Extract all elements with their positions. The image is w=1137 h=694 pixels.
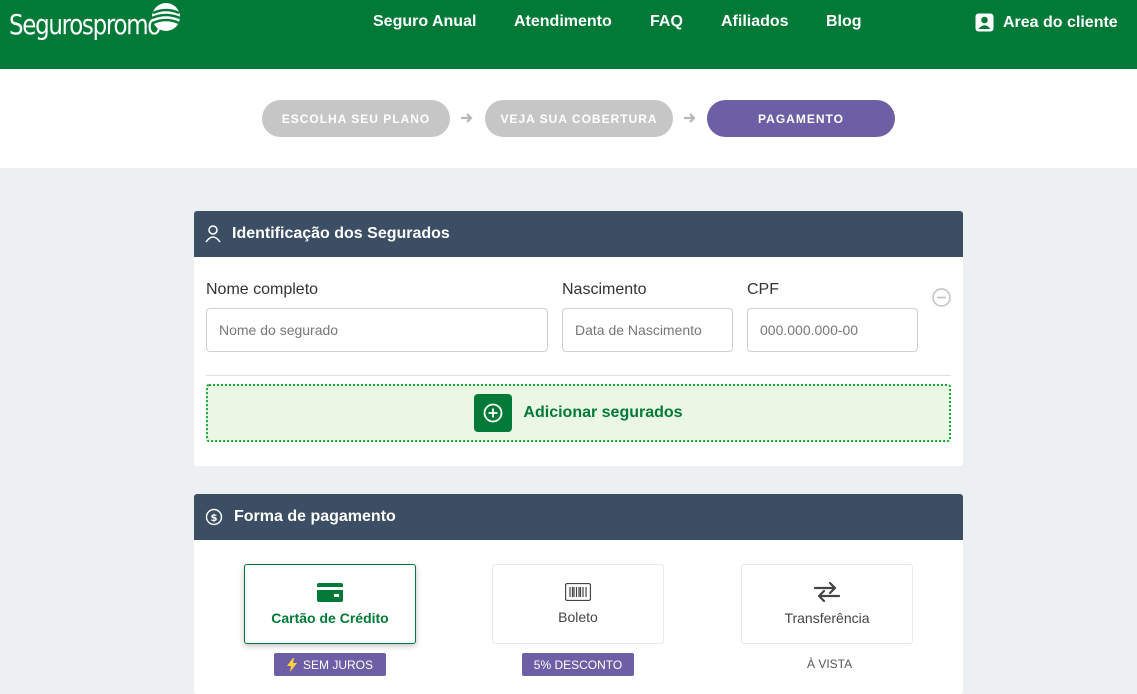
insured-card-title: Identificação dos Segurados	[232, 225, 450, 242]
logo-text: Segurospromo	[9, 7, 161, 41]
add-icon-box	[474, 394, 513, 432]
payment-option-credit-card[interactable]: Cartão de Crédito	[244, 564, 416, 644]
nav-atendimento[interactable]: Atendimento	[514, 13, 612, 35]
remove-insured-icon[interactable]	[932, 288, 951, 307]
arrow-right-icon	[684, 113, 696, 123]
birth-date-input[interactable]	[562, 308, 733, 352]
name-input[interactable]	[206, 308, 548, 352]
arrow-right-icon	[461, 113, 473, 123]
checkout-steps: ESCOLHA SEU PLANO VEJA SUA COBERTURA PAG…	[0, 69, 1137, 168]
cpf-label: CPF	[747, 281, 779, 298]
payment-card: $ Forma de pagamento Cartão de Crédito S…	[194, 494, 963, 694]
insured-card: Identificação dos Segurados Nome complet…	[194, 211, 963, 466]
nav-faq[interactable]: FAQ	[650, 13, 683, 35]
plus-circle-icon	[484, 403, 503, 423]
logo-mark-icon	[151, 3, 181, 31]
cash-payment-text: À VISTA	[807, 657, 853, 671]
insured-card-header: Identificação dos Segurados	[194, 211, 963, 257]
name-label: Nome completo	[206, 281, 319, 298]
nav-seguro-anual[interactable]: Seguro Anual	[373, 13, 476, 35]
step-escolha-plano[interactable]: ESCOLHA SEU PLANO	[262, 100, 450, 137]
nav-blog[interactable]: Blog	[826, 13, 862, 35]
payment-card-header: $ Forma de pagamento	[194, 494, 963, 540]
step-veja-cobertura[interactable]: VEJA SUA COBERTURA	[485, 100, 673, 137]
client-area-link[interactable]: Area do cliente	[975, 13, 1118, 32]
divider	[206, 375, 951, 376]
credit-card-icon	[317, 582, 343, 602]
payment-option-transfer[interactable]: Transferência	[741, 564, 913, 644]
no-interest-badge: SEM JUROS	[274, 653, 386, 676]
discount-badge: 5% DESCONTO	[522, 653, 634, 676]
user-card-icon	[975, 13, 994, 32]
payment-card-title: Forma de pagamento	[234, 508, 396, 525]
barcode-icon	[565, 583, 591, 601]
lightning-icon	[286, 657, 297, 672]
boleto-label: Boleto	[558, 609, 598, 625]
transfer-arrows-icon	[813, 582, 841, 602]
add-insured-button[interactable]: Adicionar segurados	[206, 384, 951, 442]
top-navbar: Segurospromo Seguro Anual Atendimento FA…	[0, 0, 1137, 69]
add-insured-label: Adicionar segurados	[523, 404, 683, 421]
user-icon	[205, 225, 221, 243]
transfer-label: Transferência	[784, 610, 870, 626]
birth-label: Nascimento	[562, 281, 647, 298]
step-pagamento[interactable]: PAGAMENTO	[707, 100, 895, 137]
cpf-input[interactable]	[747, 308, 918, 352]
no-interest-text: SEM JUROS	[302, 657, 373, 672]
dollar-circle-icon: $	[205, 508, 223, 526]
client-area-label: Area do cliente	[1003, 13, 1118, 31]
svg-text:$: $	[211, 513, 218, 524]
payment-option-boleto[interactable]: Boleto	[492, 564, 664, 644]
credit-card-label: Cartão de Crédito	[271, 609, 389, 626]
nav-afiliados[interactable]: Afiliados	[721, 13, 789, 35]
